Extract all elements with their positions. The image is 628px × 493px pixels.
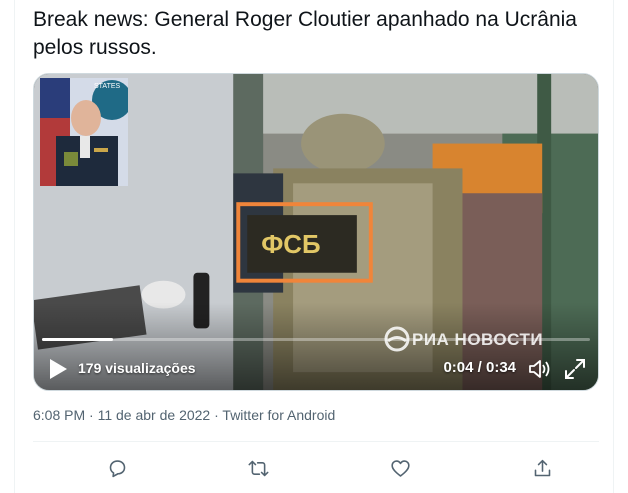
reply-icon bbox=[109, 459, 125, 477]
tweet-actions bbox=[33, 452, 599, 484]
view-count: 179 visualizações bbox=[78, 360, 196, 376]
meta-separator: · bbox=[210, 407, 223, 423]
share-button[interactable] bbox=[526, 452, 558, 484]
meta-separator: · bbox=[85, 407, 98, 423]
tweet-date[interactable]: 11 de abr de 2022 bbox=[98, 407, 211, 423]
like-icon bbox=[390, 459, 410, 477]
divider bbox=[33, 441, 599, 442]
tweet-text: Break news: General Roger Cloutier apanh… bbox=[33, 8, 577, 59]
share-icon bbox=[534, 459, 550, 476]
general-portrait-inset: STATES bbox=[40, 78, 128, 186]
video-controls: 179 visualizações 0:04 / 0:34 bbox=[34, 346, 598, 390]
video-time: 0:04 / 0:34 bbox=[443, 359, 516, 376]
reply-button[interactable] bbox=[101, 452, 133, 484]
volume-icon[interactable] bbox=[528, 358, 552, 380]
tweet-time[interactable]: 6:08 PM bbox=[33, 407, 85, 423]
retweet-icon bbox=[248, 460, 268, 476]
play-icon[interactable] bbox=[48, 358, 68, 380]
fullscreen-icon[interactable] bbox=[564, 358, 586, 380]
like-button[interactable] bbox=[384, 452, 416, 484]
video-progress-fill bbox=[42, 338, 114, 341]
video-player[interactable]: ФСБ STATES РИА НОВОСТИ 179 visualizações… bbox=[33, 73, 599, 391]
tweet-meta: 6:08 PM · 11 de abr de 2022 · Twitter fo… bbox=[33, 407, 335, 423]
tweet-card: Break news: General Roger Cloutier apanh… bbox=[14, 0, 614, 493]
video-progress-bar[interactable] bbox=[42, 338, 590, 341]
tweet-source[interactable]: Twitter for Android bbox=[222, 407, 335, 423]
vest-patch-text: ФСБ bbox=[261, 231, 320, 259]
inset-banner-text: STATES bbox=[94, 83, 121, 90]
retweet-button[interactable] bbox=[242, 452, 274, 484]
